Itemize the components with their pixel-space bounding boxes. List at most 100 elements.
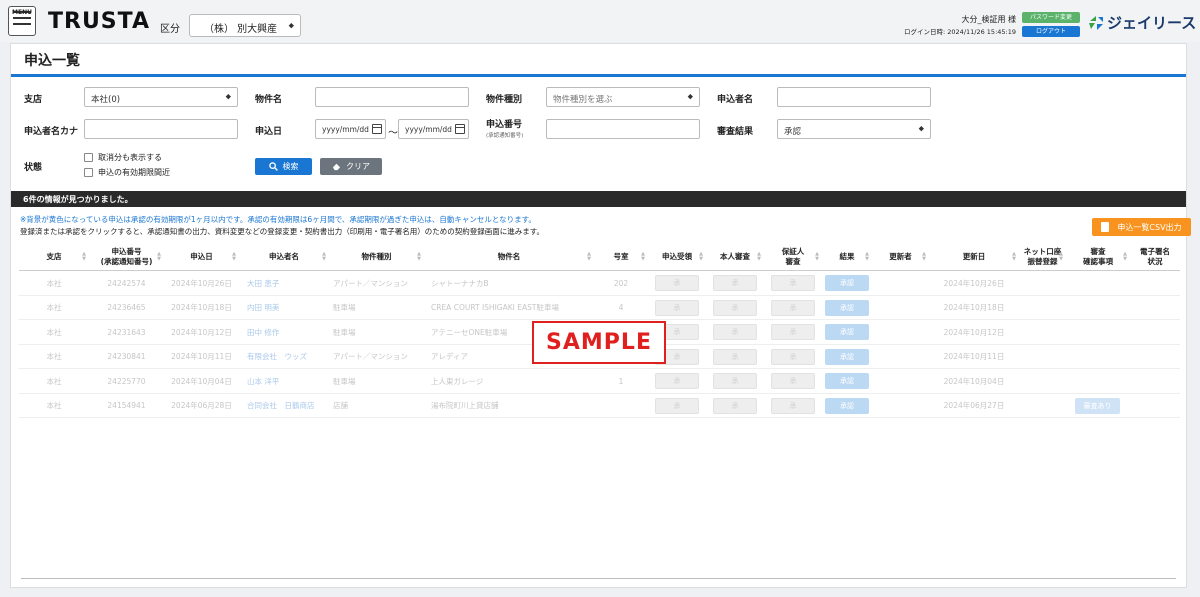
clear-button[interactable]: クリア (320, 158, 382, 175)
approved-button[interactable]: 承認 (825, 324, 869, 340)
cell-property: 上人東ガレージ (431, 376, 484, 386)
col-type-label: 物件種別 (361, 252, 392, 261)
approved-button[interactable]: 承認 (825, 275, 869, 291)
cell-updated: 2024年10月26日 (943, 278, 1005, 288)
col-check-label: 審査 (1090, 247, 1106, 256)
click-note: 登録済または承認をクリックすると、承認通知書の出力、資料変更などの登録変更・契約… (20, 227, 544, 236)
date-to-input[interactable]: yyyy/mm/dd (398, 119, 469, 139)
col-updated[interactable]: 更新日 ▲ ▼ (929, 243, 1019, 271)
select-arrows-icon: ◆ (918, 124, 924, 133)
col-updater[interactable]: 更新者 ▲ ▼ (872, 243, 929, 271)
user-name: 大分_検証用 様 (961, 15, 1016, 24)
table-row[interactable]: 本社 24225770 2024年10月04日 山本 洋平 駐車場 上人東ガレージ 1 202… (19, 369, 1180, 394)
approved-button[interactable]: 承認 (825, 373, 869, 389)
eraser-icon (332, 163, 341, 171)
cell-property: 湯布院町川上貸店舗 (431, 401, 499, 411)
sort-icon: ▲ ▼ (417, 251, 421, 262)
col-applicant[interactable]: 申込者名 ▲ ▼ (239, 243, 329, 271)
cell-updated: 2024年10月12日 (943, 327, 1005, 337)
review-note-badge[interactable]: 審査あり (1075, 397, 1120, 414)
cell-applicant[interactable]: 合同会社 日鶴商店 (247, 394, 329, 419)
table-row[interactable]: 本社 24236465 2024年10月18日 内田 明美 駐車場 CREA COURT … (19, 296, 1180, 321)
branch-select[interactable]: 本社(0) ◆ (84, 87, 238, 107)
col-applicant-label: 申込者名 (269, 252, 299, 261)
table-row[interactable]: 本社 24242574 2024年10月26日 大田 恵子 アパート／マンション シャトー… (19, 271, 1180, 296)
review-result-value: 承認 (784, 127, 802, 137)
approved-button[interactable]: 承認 (825, 348, 869, 365)
applicant-kana-input[interactable] (84, 119, 238, 139)
approved-button[interactable]: 承認 (825, 299, 869, 316)
pill-guarantor: 承 (771, 397, 815, 414)
cell-updated: 2024年10月18日 (943, 303, 1005, 313)
calendar-icon[interactable] (455, 124, 465, 134)
apply-number-input[interactable] (546, 119, 700, 139)
col-date[interactable]: 申込日 ▲ ▼ (164, 243, 239, 271)
cell-applicant[interactable]: 有限会社 ウッズ (247, 345, 329, 370)
col-net-account[interactable]: ネット口座 振替登録 ▲ ▼ (1019, 243, 1066, 271)
brand-logo: ジェイリース (1088, 12, 1196, 33)
checkbox-box[interactable] (84, 153, 93, 162)
applicant-name-input[interactable] (777, 87, 931, 107)
cell-number: 24154941 (107, 401, 146, 411)
col-type[interactable]: 物件種別 ▲ ▼ (329, 243, 424, 271)
show-cancelled-checkbox[interactable]: 取消分も表示する (84, 152, 162, 163)
col-check[interactable]: 審査 確認事項 ▲ ▼ (1066, 243, 1130, 271)
pill-self-review: 承 (713, 275, 757, 291)
review-result-select[interactable]: 承認 ◆ (777, 119, 931, 139)
cell-updated: 2024年10月04日 (943, 376, 1005, 386)
col-property[interactable]: 物件名 ▲ ▼ (424, 243, 594, 271)
cell-date: 2024年10月04日 (171, 376, 232, 386)
cell-date: 2024年06月28日 (171, 401, 232, 411)
app-logo: TRUSTA (48, 9, 150, 34)
csv-export-label: 申込一覧CSV出力 (1117, 222, 1182, 232)
col-check-sublabel: 確認事項 (1083, 257, 1113, 266)
pill-reception: 承 (655, 373, 699, 389)
kubun-select[interactable]: （株） 別大興産 ◆ (189, 14, 301, 37)
cell-number: 24231643 (107, 327, 146, 337)
col-guarantor[interactable]: 保証人 審査 ▲ ▼ (764, 243, 822, 271)
col-guarantor-sublabel: 審査 (785, 257, 801, 266)
cell-applicant[interactable]: 山本 洋平 (247, 369, 329, 394)
cell-branch: 本社 (46, 376, 62, 386)
col-room[interactable]: 号室 ▲ ▼ (594, 243, 648, 271)
cell-applicant[interactable]: 内田 明美 (247, 296, 329, 321)
col-property-label: 物件名 (497, 252, 521, 261)
cell-applicant[interactable]: 田中 修作 (247, 320, 329, 345)
col-self-review[interactable]: 本人審査 ▲ ▼ (706, 243, 764, 271)
col-esign-sublabel: 状況 (1147, 257, 1163, 266)
title-divider (11, 74, 1186, 77)
col-result[interactable]: 結果 ▲ ▼ (822, 243, 872, 271)
date-from-placeholder: yyyy/mm/dd (322, 125, 369, 134)
apply-number-label: 申込番号 (486, 120, 523, 130)
table-row[interactable]: 本社 24154941 2024年06月28日 合同会社 日鶴商店 店舗 湯布院町川上貸店… (19, 394, 1180, 419)
cell-type: 駐車場 (333, 327, 356, 337)
cell-applicant[interactable]: 大田 恵子 (247, 271, 329, 296)
expiry-near-checkbox[interactable]: 申込の有効期限間近 (84, 167, 170, 178)
cell-branch: 本社 (46, 327, 62, 337)
col-reception-label: 申込受領 (662, 252, 692, 261)
property-name-input[interactable] (315, 87, 469, 107)
col-reception[interactable]: 申込受領 ▲ ▼ (648, 243, 706, 271)
cell-branch: 本社 (46, 303, 62, 313)
col-branch-label: 支店 (46, 252, 62, 261)
cell-type: アパート／マンション (333, 278, 408, 288)
date-separator: ～ (388, 128, 398, 139)
col-branch[interactable]: 支店 ▲ ▼ (19, 243, 89, 271)
search-button[interactable]: 検索 (255, 158, 312, 175)
approved-button[interactable]: 承認 (825, 397, 869, 414)
col-net-label: ネット口座 (1023, 247, 1062, 256)
col-number[interactable]: 申込番号 (承認通知番号) ▲ ▼ (89, 243, 164, 271)
pill-reception: 承 (655, 299, 699, 316)
col-esign[interactable]: 電子署名 状況 (1130, 243, 1180, 271)
checkbox-box[interactable] (84, 168, 93, 177)
cell-type: 店舗 (333, 401, 348, 411)
calendar-icon[interactable] (372, 124, 382, 134)
property-type-select[interactable]: 物件種別を選ぶ ◆ (546, 87, 700, 107)
menu-button[interactable]: MENU (8, 6, 36, 36)
sort-icon: ▲ ▼ (322, 251, 326, 262)
csv-export-button[interactable]: 申込一覧CSV出力 (1092, 218, 1191, 236)
date-from-input[interactable]: yyyy/mm/dd (315, 119, 386, 139)
password-change-button[interactable]: パスワード変更 (1022, 12, 1080, 23)
select-arrows-icon: ◆ (225, 92, 231, 101)
logout-button[interactable]: ログアウト (1022, 26, 1080, 37)
